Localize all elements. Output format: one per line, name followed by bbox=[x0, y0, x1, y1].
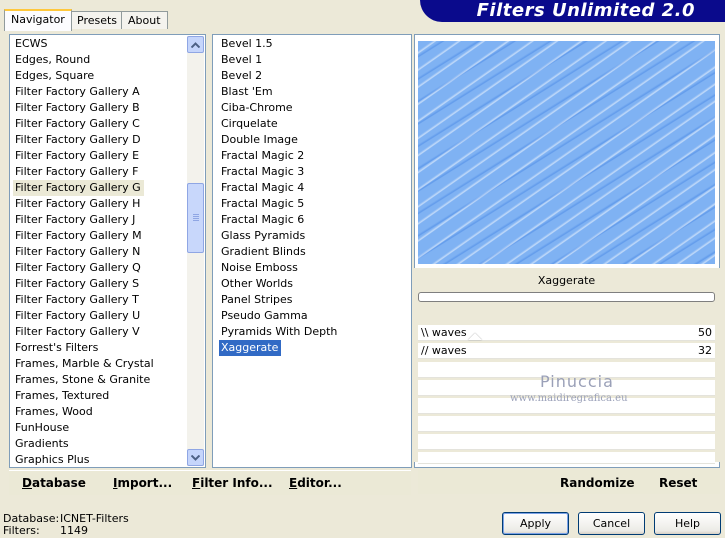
category-item[interactable]: Filter Factory Gallery V bbox=[13, 324, 140, 340]
filter-item[interactable]: Bevel 2 bbox=[219, 68, 262, 84]
param-row-empty bbox=[418, 416, 715, 432]
scroll-down-button[interactable] bbox=[187, 449, 204, 466]
category-item[interactable]: Filter Factory Gallery A bbox=[13, 84, 140, 100]
filter-item[interactable]: Xaggerate bbox=[219, 340, 282, 356]
filter-item[interactable]: Double Image bbox=[219, 132, 298, 148]
scroll-thumb[interactable] bbox=[187, 183, 204, 253]
category-item[interactable]: Frames, Textured bbox=[13, 388, 109, 404]
watermark-name: Pinuccia bbox=[540, 372, 614, 391]
param-row-waves-1[interactable]: \\ waves 50 bbox=[418, 325, 715, 341]
param-value[interactable]: 32 bbox=[698, 344, 712, 357]
category-item[interactable]: Filter Factory Gallery M bbox=[13, 228, 142, 244]
randomize-button[interactable]: Randomize bbox=[560, 476, 634, 490]
category-item[interactable]: Forrest's Filters bbox=[13, 340, 98, 356]
app-title: Filters Unlimited 2.0 bbox=[476, 0, 695, 21]
param-value[interactable]: 50 bbox=[698, 326, 712, 339]
category-item[interactable]: Filter Factory Gallery N bbox=[13, 244, 140, 260]
filter-item[interactable]: Glass Pyramids bbox=[219, 228, 305, 244]
editor-button[interactable]: Editor... bbox=[289, 476, 342, 490]
category-item[interactable]: Filter Factory Gallery D bbox=[13, 132, 141, 148]
tab-about[interactable]: About bbox=[121, 11, 168, 29]
scroll-up-button[interactable] bbox=[187, 36, 204, 53]
category-item[interactable]: Filter Factory Gallery G bbox=[13, 180, 144, 196]
category-item[interactable]: Filter Factory Gallery B bbox=[13, 100, 140, 116]
category-item[interactable]: Edges, Round bbox=[13, 52, 90, 68]
filter-item[interactable]: Fractal Magic 4 bbox=[219, 180, 304, 196]
filter-item[interactable]: Ciba-Chrome bbox=[219, 100, 293, 116]
category-item[interactable]: Filter Factory Gallery U bbox=[13, 308, 140, 324]
filter-item[interactable]: Bevel 1.5 bbox=[219, 36, 273, 52]
category-item[interactable]: Filter Factory Gallery J bbox=[13, 212, 135, 228]
filter-item[interactable]: Other Worlds bbox=[219, 276, 293, 292]
filter-item[interactable]: Pyramids With Depth bbox=[219, 324, 337, 340]
filter-item[interactable]: Bevel 1 bbox=[219, 52, 262, 68]
category-item[interactable]: Graphics Plus bbox=[13, 452, 89, 466]
filter-item[interactable]: Blast 'Em bbox=[219, 84, 273, 100]
filter-item[interactable]: Pseudo Gamma bbox=[219, 308, 308, 324]
reset-button[interactable]: Reset bbox=[659, 476, 697, 490]
filter-item[interactable]: Fractal Magic 2 bbox=[219, 148, 304, 164]
category-item[interactable]: Edges, Square bbox=[13, 68, 94, 84]
watermark-url: www.maidiregrafica.eu bbox=[510, 393, 628, 404]
title-banner: Filters Unlimited 2.0 bbox=[420, 0, 725, 22]
category-item[interactable]: Frames, Wood bbox=[13, 404, 93, 420]
category-item[interactable]: Filter Factory Gallery F bbox=[13, 164, 138, 180]
filter-item[interactable]: Panel Stripes bbox=[219, 292, 293, 308]
filter-item[interactable]: Fractal Magic 3 bbox=[219, 164, 304, 180]
category-item[interactable]: Filter Factory Gallery C bbox=[13, 116, 140, 132]
category-item[interactable]: Filter Factory Gallery S bbox=[13, 276, 139, 292]
preview-filter-name: Xaggerate bbox=[537, 274, 596, 287]
category-item[interactable]: Gradients bbox=[13, 436, 69, 452]
category-item[interactable]: Frames, Stone & Granite bbox=[13, 372, 150, 388]
chevron-down-icon bbox=[191, 454, 200, 461]
database-button[interactable]: Database bbox=[22, 476, 86, 490]
help-button[interactable]: Help bbox=[654, 512, 721, 535]
import-button[interactable]: Import... bbox=[113, 476, 172, 490]
filter-list[interactable]: Bevel 1.5 Bevel 1 Bevel 2 Blast 'Em Ciba-Chr… bbox=[219, 36, 409, 466]
category-item[interactable]: FunHouse bbox=[13, 420, 69, 436]
preview-image[interactable] bbox=[418, 41, 715, 264]
param-label: \\ waves bbox=[421, 326, 467, 339]
category-item[interactable]: Filter Factory Gallery Q bbox=[13, 260, 141, 276]
filter-item[interactable]: Fractal Magic 5 bbox=[219, 196, 304, 212]
category-item[interactable]: Filter Factory Gallery E bbox=[13, 148, 139, 164]
category-item[interactable]: Filter Factory Gallery H bbox=[13, 196, 140, 212]
filter-item[interactable]: Cirquelate bbox=[219, 116, 278, 132]
filter-info-button[interactable]: Filter Info... bbox=[192, 476, 273, 490]
apply-button[interactable]: Apply bbox=[502, 512, 569, 535]
param-label: // waves bbox=[421, 344, 467, 357]
category-item[interactable]: Frames, Marble & Crystal bbox=[13, 356, 154, 372]
filter-item[interactable]: Gradient Blinds bbox=[219, 244, 306, 260]
param-row-waves-2[interactable]: // waves 32 bbox=[418, 343, 715, 359]
category-item[interactable]: ECWS bbox=[13, 36, 48, 52]
param-row-empty bbox=[418, 434, 715, 450]
cancel-button[interactable]: Cancel bbox=[578, 512, 645, 535]
tab-navigator[interactable]: Navigator bbox=[4, 9, 72, 31]
tab-presets[interactable]: Presets bbox=[70, 11, 125, 29]
chevron-up-icon bbox=[191, 41, 200, 48]
filter-item[interactable]: Fractal Magic 6 bbox=[219, 212, 304, 228]
status-filters-label: Filters: bbox=[3, 524, 40, 537]
progress-bar bbox=[418, 292, 715, 302]
category-scrollbar[interactable] bbox=[187, 36, 204, 466]
param-row-empty bbox=[418, 452, 715, 464]
status-filters-value: 1149 bbox=[60, 524, 88, 537]
filter-item[interactable]: Noise Emboss bbox=[219, 260, 298, 276]
category-list[interactable]: ECWS Edges, Round Edges, Square Filter Fact… bbox=[13, 36, 185, 466]
category-item[interactable]: Filter Factory Gallery T bbox=[13, 292, 139, 308]
